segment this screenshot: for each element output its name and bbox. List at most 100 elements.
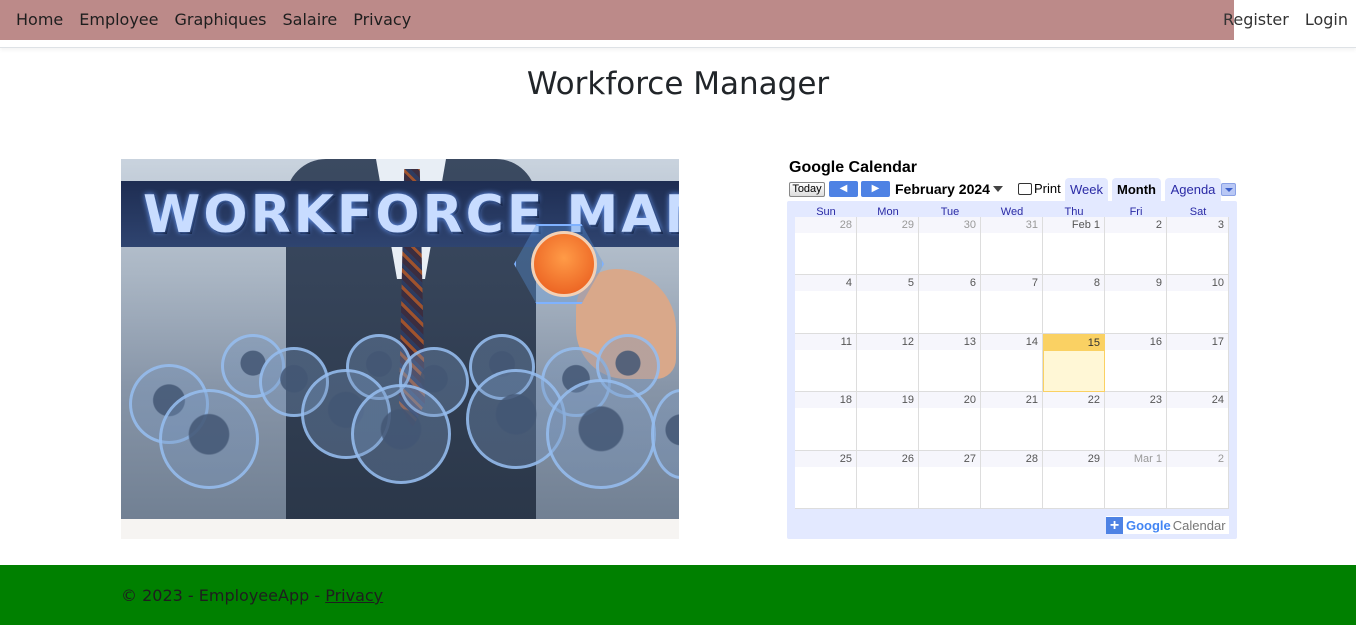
calendar-day-cell[interactable]: 7: [981, 275, 1043, 334]
calendar-day-cell[interactable]: 30: [919, 217, 981, 276]
calendar-day-cell[interactable]: 20: [919, 392, 981, 451]
calendar-day-cell[interactable]: 29: [857, 217, 919, 276]
calendar-day-cell[interactable]: 31: [981, 217, 1043, 276]
nav-privacy-link[interactable]: Privacy: [345, 0, 419, 40]
plus-icon: +: [1106, 516, 1123, 534]
page-footer: © 2023 - EmployeeApp - Privacy: [0, 565, 1356, 625]
calendar-day-number: 8: [1043, 275, 1104, 292]
calendar-day-number: 23: [1105, 392, 1166, 409]
calendar-day-cell[interactable]: 11: [795, 333, 857, 393]
calendar-day-number: 21: [981, 392, 1042, 409]
calendar-day-number: Mar 1: [1105, 450, 1166, 467]
calendar-print-button[interactable]: Print: [1018, 181, 1061, 196]
calendar-day-number: 16: [1105, 333, 1166, 350]
calendar-day-number: 6: [919, 275, 980, 292]
hero-selected-person-icon: [531, 231, 597, 297]
calendar-next-button[interactable]: ▶: [861, 181, 890, 197]
calendar-day-number: 19: [857, 392, 918, 409]
nav-home-link[interactable]: Home: [8, 0, 71, 40]
calendar-day-number: 11: [795, 333, 856, 350]
calendar-day-cell[interactable]: 13: [919, 333, 981, 393]
calendar-day-number: 4: [795, 275, 856, 292]
calendar-day-cell[interactable]: 10: [1167, 275, 1229, 334]
calendar-day-cell[interactable]: 2: [1167, 450, 1229, 509]
calendar-day-cell[interactable]: 22: [1043, 392, 1105, 451]
calendar-day-cell[interactable]: 16: [1105, 333, 1167, 393]
chevron-left-icon: ◀: [839, 183, 848, 194]
calendar-day-cell[interactable]: 12: [857, 333, 919, 393]
tab-agenda[interactable]: Agenda: [1165, 178, 1221, 201]
calendar-day-cell[interactable]: 28: [981, 450, 1043, 509]
calendar-day-cell[interactable]: 5: [857, 275, 919, 334]
calendar-day-number: 29: [857, 217, 918, 233]
calendar-day-cell[interactable]: 19: [857, 392, 919, 451]
calendar-day-cell[interactable]: 27: [919, 450, 981, 509]
nav-employee-link[interactable]: Employee: [71, 0, 166, 40]
calendar-day-number: 31: [981, 217, 1042, 233]
calendar-day-cell[interactable]: 14: [981, 333, 1043, 393]
calendar-day-cell[interactable]: 25: [795, 450, 857, 509]
tab-menu-dropdown-icon[interactable]: [1221, 183, 1236, 196]
calendar-day-number: 20: [919, 392, 980, 409]
calendar-day-cell[interactable]: 28: [795, 217, 857, 276]
calendar-day-number: 9: [1105, 275, 1166, 292]
calendar-month-grid: 28 29 30 31 Feb 1 2 3 4 5 6 7 8 9 10 11 12 13 14 15 16 17 18 1…: [795, 217, 1229, 509]
printer-icon: [1018, 182, 1032, 195]
calendar-day-cell[interactable]: 8: [1043, 275, 1105, 334]
calendar-day-cell[interactable]: Feb 1: [1043, 217, 1105, 276]
nav-salaire-link[interactable]: Salaire: [275, 0, 346, 40]
calendar-day-number: 24: [1167, 392, 1228, 409]
calendar-day-cell[interactable]: 18: [795, 392, 857, 451]
workforce-hero-image: WORKFORCE MANAGE: [121, 159, 679, 539]
calendar-day-cell[interactable]: 21: [981, 392, 1043, 451]
footer-copyright: © 2023 - EmployeeApp - Privacy: [121, 586, 383, 605]
calendar-today-button[interactable]: Today: [789, 182, 825, 197]
calendar-day-number: 26: [857, 450, 918, 467]
hero-bottom-band: [121, 519, 679, 539]
nav-right-bar: Register Login: [1215, 0, 1356, 40]
print-label: Print: [1034, 181, 1061, 196]
copyright-text: © 2023 - EmployeeApp -: [121, 586, 326, 605]
calendar-prev-button[interactable]: ◀: [829, 181, 858, 197]
calendar-day-cell[interactable]: 17: [1167, 333, 1229, 393]
calendar-day-cell[interactable]: 4: [795, 275, 857, 334]
calendar-day-number: 28: [795, 217, 856, 233]
calendar-day-number: 15: [1044, 334, 1104, 351]
chevron-right-icon: ▶: [871, 183, 880, 194]
calendar-day-number: Feb 1: [1043, 217, 1104, 233]
calendar-month-label: February 2024: [895, 181, 990, 197]
calendar-logo-text: Calendar: [1172, 517, 1226, 533]
calendar-day-number: 28: [981, 450, 1042, 467]
google-calendar-badge[interactable]: + Google Calendar: [1106, 516, 1229, 534]
tab-month[interactable]: Month: [1112, 178, 1161, 201]
calendar-day-cell[interactable]: 23: [1105, 392, 1167, 451]
calendar-day-number: 2: [1167, 450, 1228, 467]
tab-week[interactable]: Week: [1065, 178, 1108, 201]
calendar-day-cell[interactable]: 24: [1167, 392, 1229, 451]
calendar-day-number: 27: [919, 450, 980, 467]
calendar-day-cell[interactable]: 6: [919, 275, 981, 334]
calendar-day-number: 29: [1043, 450, 1104, 467]
calendar-day-cell[interactable]: 2: [1105, 217, 1167, 276]
footer-privacy-link[interactable]: Privacy: [325, 586, 383, 605]
calendar-day-number: 7: [981, 275, 1042, 292]
calendar-day-cell[interactable]: 15: [1043, 333, 1105, 393]
calendar-day-cell[interactable]: 26: [857, 450, 919, 509]
calendar-day-number: 14: [981, 333, 1042, 350]
calendar-day-cell[interactable]: Mar 1: [1105, 450, 1167, 509]
calendar-day-number: 3: [1167, 217, 1228, 233]
calendar-day-cell[interactable]: 29: [1043, 450, 1105, 509]
calendar-title: Google Calendar: [789, 159, 918, 176]
hero-banner-text: WORKFORCE MANAGE: [143, 185, 679, 245]
nav-graphiques-link[interactable]: Graphiques: [167, 0, 275, 40]
hero-person-icon: [351, 384, 451, 484]
calendar-day-cell[interactable]: 9: [1105, 275, 1167, 334]
calendar-day-number: 22: [1043, 392, 1104, 409]
nav-register-link[interactable]: Register: [1215, 0, 1297, 40]
month-dropdown-icon[interactable]: [993, 186, 1003, 192]
nav-login-link[interactable]: Login: [1297, 0, 1356, 40]
calendar-day-number: 30: [919, 217, 980, 233]
calendar-day-cell[interactable]: 3: [1167, 217, 1229, 276]
calendar-day-number: 2: [1105, 217, 1166, 233]
top-navbar: Home Employee Graphiques Salaire Privacy…: [0, 0, 1356, 48]
